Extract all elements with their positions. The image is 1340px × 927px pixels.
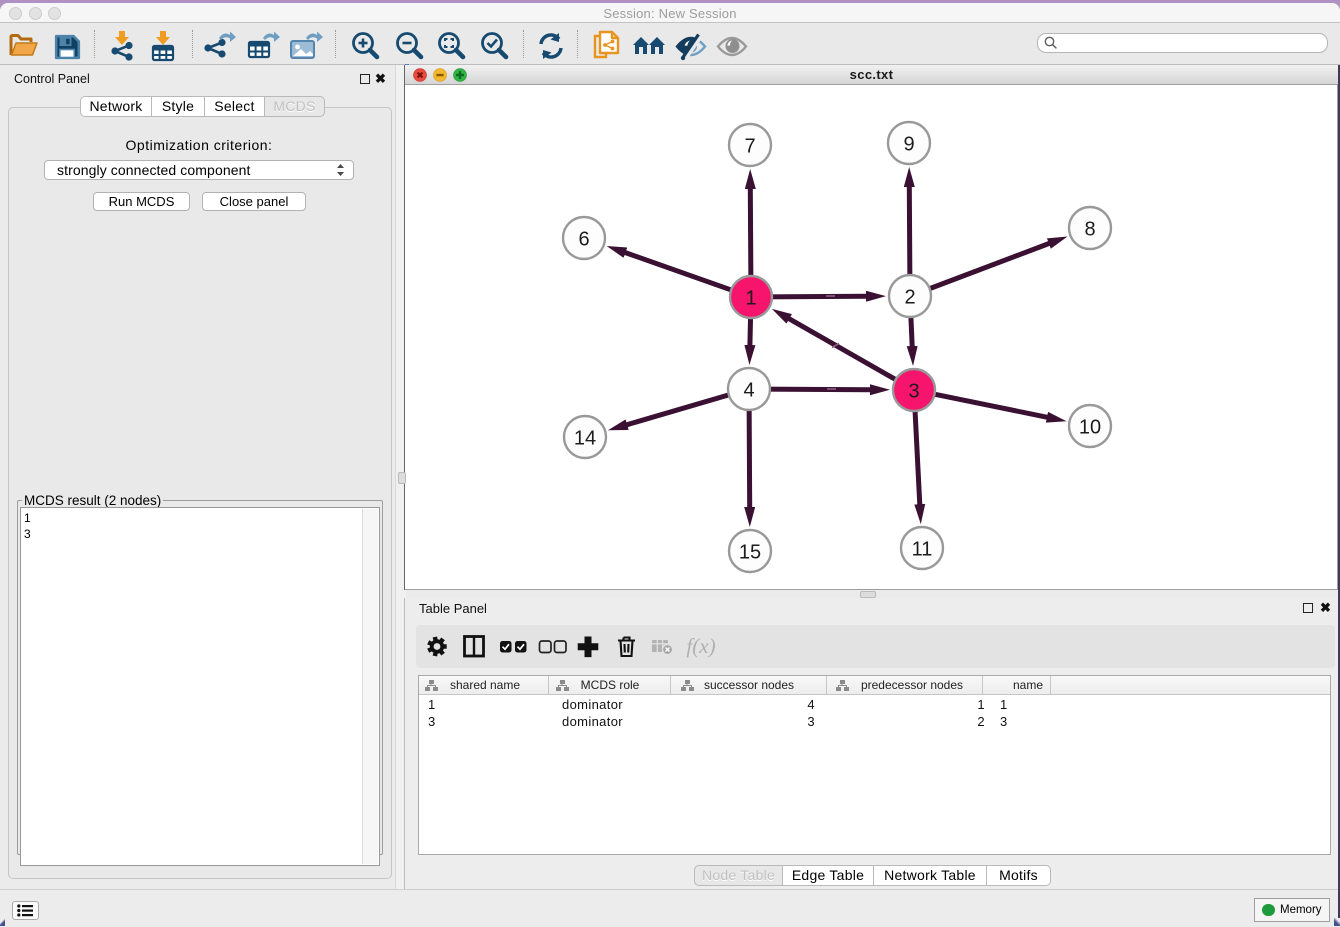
svg-text:2: 2	[904, 287, 915, 309]
svg-text:14: 14	[574, 428, 596, 450]
svg-text:15: 15	[739, 542, 761, 564]
svg-text:f(x): f(x)	[686, 634, 715, 658]
svg-text:1: 1	[745, 288, 756, 310]
svg-text:11: 11	[912, 539, 933, 561]
svg-text:7: 7	[744, 136, 755, 158]
svg-text:4: 4	[743, 380, 754, 402]
svg-text:10: 10	[1079, 417, 1101, 439]
svg-text:9: 9	[903, 134, 914, 156]
svg-text:3: 3	[908, 381, 919, 403]
svg-text:6: 6	[578, 229, 589, 251]
svg-text:8: 8	[1084, 219, 1095, 241]
